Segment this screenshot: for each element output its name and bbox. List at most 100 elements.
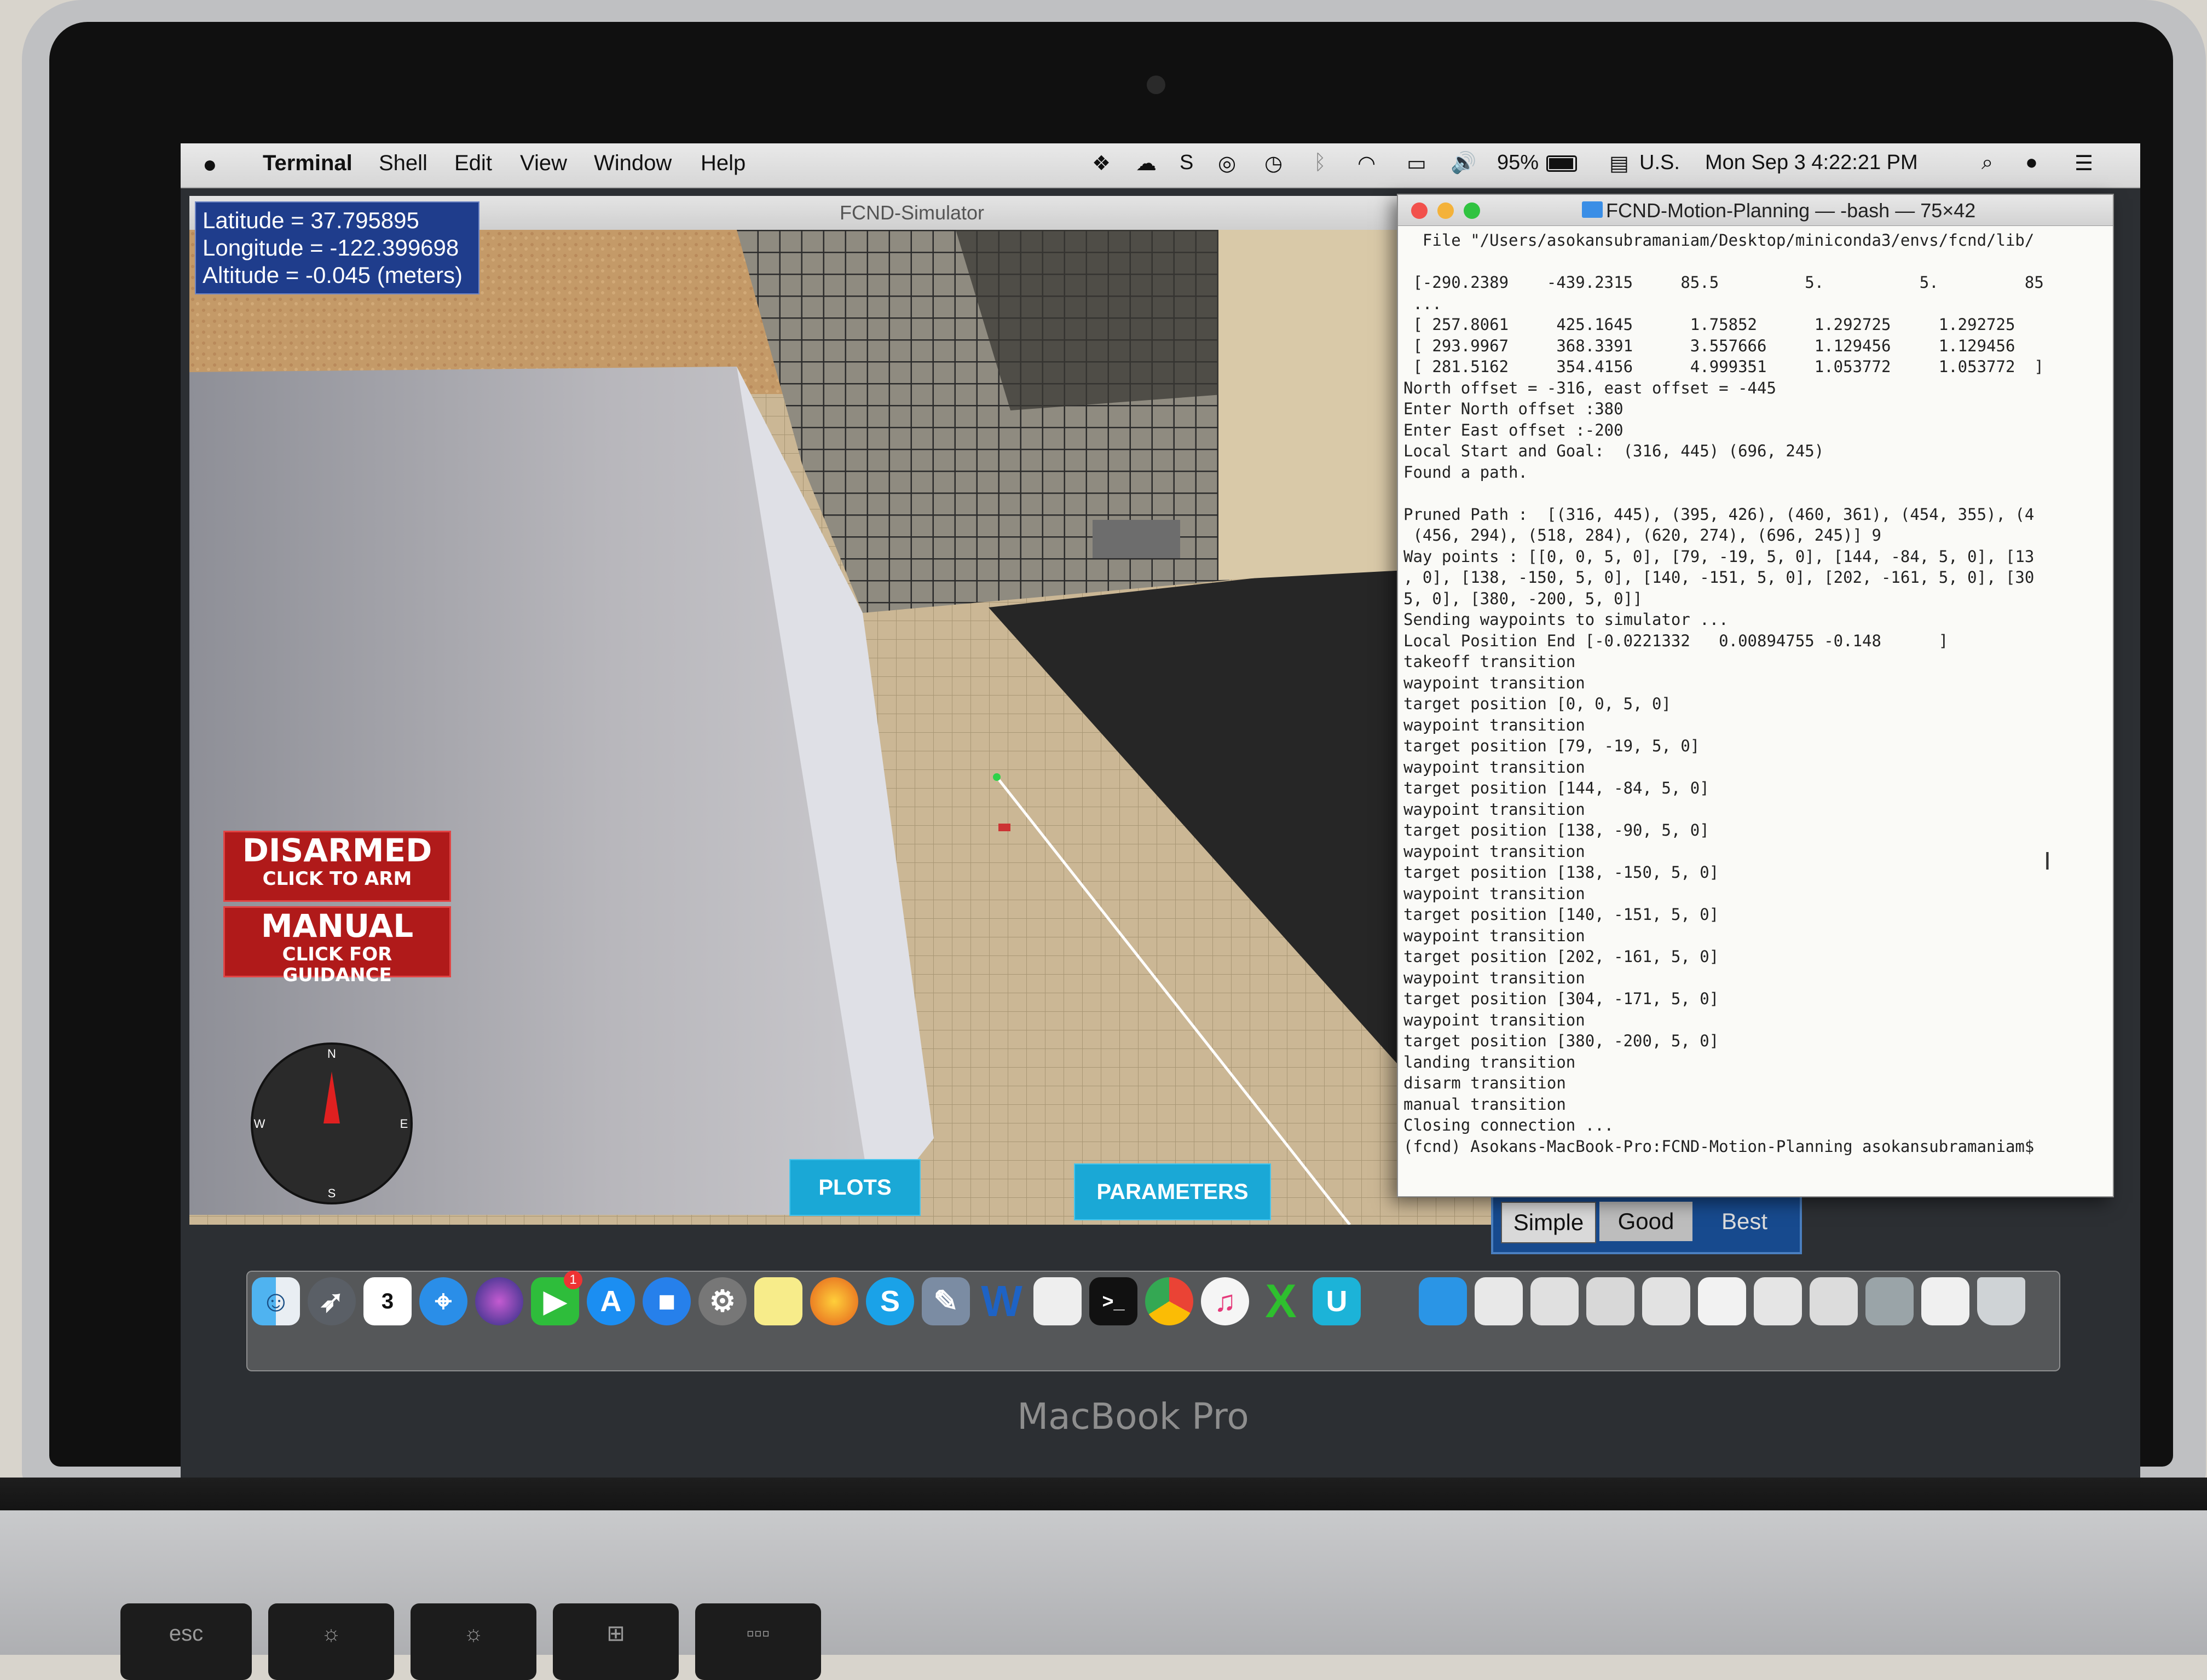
word-icon[interactable]: W bbox=[978, 1277, 1026, 1325]
bluetooth-icon[interactable]: ᛒ bbox=[1314, 151, 1326, 175]
terminal-output[interactable]: File "/Users/asokansubramaniam/Desktop/m… bbox=[1403, 230, 2110, 1193]
terminal-line: Closing connection ... bbox=[1403, 1116, 1614, 1134]
preview-icon[interactable]: ✎ bbox=[922, 1277, 970, 1325]
wifi-icon[interactable]: ◠ bbox=[1357, 151, 1376, 176]
arm-status: DISARMED bbox=[242, 832, 432, 869]
airplay-icon[interactable]: ▭ bbox=[1407, 151, 1426, 176]
menu-app-terminal[interactable]: Terminal bbox=[263, 151, 353, 176]
excel-icon[interactable]: X bbox=[1257, 1277, 1305, 1325]
compass-n: N bbox=[327, 1047, 336, 1061]
zoom-app-icon[interactable]: ■ bbox=[643, 1277, 691, 1325]
skype-icon[interactable]: S bbox=[866, 1277, 914, 1325]
terminal-line: [ 293.9967 368.3391 3.557666 1.129456 1.… bbox=[1403, 336, 2044, 355]
window-thumbnail-icon[interactable] bbox=[1642, 1277, 1690, 1325]
folder-icon bbox=[1582, 201, 1603, 218]
quality-simple[interactable]: Simple bbox=[1501, 1202, 1596, 1243]
finder-icon[interactable]: ☺ bbox=[252, 1277, 300, 1325]
siri-icon[interactable] bbox=[475, 1277, 523, 1325]
launchpad-icon[interactable]: ➶ bbox=[308, 1277, 356, 1325]
mode-status: MANUAL bbox=[261, 907, 414, 945]
camera-icon bbox=[1147, 76, 1165, 94]
window-thumbnail-icon[interactable] bbox=[1865, 1277, 1914, 1325]
itunes-icon[interactable]: ♫ bbox=[1201, 1277, 1249, 1325]
arm-button[interactable]: DISARMED CLICK TO ARM bbox=[223, 831, 451, 902]
quality-best[interactable]: Best bbox=[1698, 1202, 1791, 1241]
window-thumbnail-icon[interactable] bbox=[1754, 1277, 1802, 1325]
volume-icon[interactable]: 🔊 bbox=[1451, 151, 1476, 175]
terminal-icon[interactable]: >_ bbox=[1089, 1277, 1137, 1325]
menu-view[interactable]: View bbox=[520, 151, 567, 176]
time-machine-icon[interactable]: ◷ bbox=[1264, 151, 1282, 176]
terminal-line: target position [304, -171, 5, 0] bbox=[1403, 989, 1719, 1008]
terminal-line: Sending waypoints to simulator ... bbox=[1403, 610, 1729, 629]
window-thumbnail-icon[interactable] bbox=[1698, 1277, 1746, 1325]
window-thumbnail-icon[interactable] bbox=[1921, 1277, 1969, 1325]
zoom-button[interactable] bbox=[1464, 202, 1480, 219]
text-cursor-icon: I bbox=[2044, 847, 2051, 875]
terminal-line: waypoint transition bbox=[1403, 968, 1585, 987]
document-thumbnail-icon[interactable] bbox=[1530, 1277, 1579, 1325]
input-source[interactable]: U.S. bbox=[1639, 151, 1680, 175]
system-preferences-icon[interactable]: ⚙ bbox=[698, 1277, 747, 1325]
textedit-icon[interactable] bbox=[1033, 1277, 1082, 1325]
utility-app-icon[interactable]: U bbox=[1313, 1277, 1361, 1325]
terminal-line: 5, 0], [380, -200, 5, 0]] bbox=[1403, 589, 1643, 608]
compass-w: W bbox=[254, 1117, 265, 1131]
skype-status-icon[interactable]: S bbox=[1180, 151, 1193, 175]
calendar-icon[interactable]: 3 bbox=[363, 1277, 412, 1325]
terminal-line: manual transition bbox=[1403, 1094, 1566, 1114]
menu-clock[interactable]: Mon Sep 3 4:22:21 PM bbox=[1705, 151, 1918, 175]
terminal-line: (fcnd) Asokans-MacBook-Pro:FCND-Motion-P… bbox=[1403, 1137, 2035, 1156]
terminal-line: target position [144, -84, 5, 0] bbox=[1403, 779, 1709, 797]
terminal-line: ... bbox=[1403, 294, 1442, 313]
brightness-down-key: ☼ bbox=[268, 1603, 394, 1680]
firefox-icon[interactable] bbox=[810, 1277, 858, 1325]
terminal-line: waypoint transition bbox=[1403, 926, 1585, 945]
notification-center-icon[interactable]: ☰ bbox=[2075, 151, 2093, 176]
terminal-line: waypoint transition bbox=[1403, 757, 1585, 777]
trash-icon[interactable] bbox=[1977, 1277, 2025, 1325]
menu-edit[interactable]: Edit bbox=[454, 151, 492, 176]
terminal-line: waypoint transition bbox=[1403, 673, 1585, 692]
cloud-upload-icon[interactable]: ☁ bbox=[1136, 151, 1157, 176]
terminal-line: [ 281.5162 354.4156 4.999351 1.053772 1.… bbox=[1403, 357, 2044, 376]
quality-good[interactable]: Good bbox=[1599, 1202, 1692, 1241]
spotlight-search-icon[interactable]: ⌕ bbox=[1981, 151, 1993, 175]
model-label: MacBook Pro bbox=[1017, 1395, 1249, 1438]
terminal-line: target position [202, -161, 5, 0] bbox=[1403, 947, 1719, 966]
latitude-text: Latitude = 37.795895 bbox=[203, 207, 419, 233]
safari-icon[interactable]: ⌖ bbox=[419, 1277, 467, 1325]
apple-menu-icon[interactable]: ● bbox=[203, 151, 217, 178]
minimize-button[interactable] bbox=[1437, 202, 1454, 219]
terminal-line: Enter East offset :-200 bbox=[1403, 420, 1624, 439]
notes-icon[interactable] bbox=[754, 1277, 802, 1325]
screen: ● Terminal Shell Edit View Window Help ❖… bbox=[181, 143, 2140, 1511]
menu-help[interactable]: Help bbox=[701, 151, 746, 176]
chrome-icon[interactable] bbox=[1145, 1277, 1193, 1325]
compass-s: S bbox=[328, 1186, 336, 1200]
terminal-line: target position [138, -90, 5, 0] bbox=[1403, 821, 1709, 839]
battery-percent[interactable]: 95% bbox=[1497, 151, 1539, 175]
terminal-line: [-290.2389 -439.2315 85.5 5. 5. 85 bbox=[1403, 273, 2044, 292]
document-stack-icon[interactable] bbox=[1475, 1277, 1523, 1325]
mode-button[interactable]: MANUAL CLICK FOR GUIDANCE bbox=[223, 906, 451, 986]
terminal-line: Local Start and Goal: (316, 445) (696, 2… bbox=[1403, 442, 1824, 460]
terminal-line: waypoint transition bbox=[1403, 1010, 1585, 1029]
plots-button[interactable]: PLOTS bbox=[789, 1159, 921, 1216]
window-thumbnail-icon[interactable] bbox=[1586, 1277, 1634, 1325]
siri-icon[interactable]: ● bbox=[2025, 151, 2038, 175]
downloads-folder-icon[interactable] bbox=[1419, 1277, 1467, 1325]
terminal-line: waypoint transition bbox=[1403, 842, 1585, 861]
window-thumbnail-icon[interactable] bbox=[1810, 1277, 1858, 1325]
compass-e: E bbox=[400, 1117, 408, 1131]
menu-shell[interactable]: Shell bbox=[379, 151, 427, 176]
parameters-button[interactable]: PARAMETERS bbox=[1074, 1163, 1271, 1220]
menu-extra-icon[interactable]: ◎ bbox=[1218, 151, 1236, 176]
close-button[interactable] bbox=[1411, 202, 1428, 219]
menu-window[interactable]: Window bbox=[594, 151, 672, 176]
dropbox-icon[interactable]: ❖ bbox=[1092, 151, 1111, 176]
terminal-line: waypoint transition bbox=[1403, 800, 1585, 819]
app-store-icon[interactable]: A bbox=[587, 1277, 635, 1325]
battery-icon[interactable] bbox=[1546, 155, 1577, 172]
